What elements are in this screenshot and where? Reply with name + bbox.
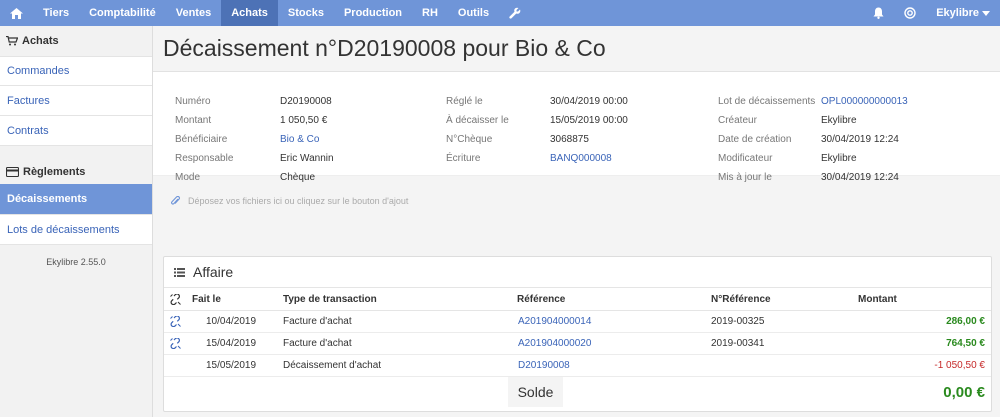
lot-decaissements-link[interactable]: OPL000000000013: [821, 96, 908, 107]
row-date: 10/04/2019: [206, 316, 257, 327]
row-date: 15/05/2019: [206, 360, 257, 371]
details-column-1: Numéro D20190008 Montant 1 050,50 € Bénéfi…: [175, 92, 435, 187]
solde-row: Solde 0,00 €: [164, 377, 991, 407]
row-type: Facture d'achat: [283, 338, 352, 349]
chevron-down-icon: [982, 10, 990, 16]
cart-icon: [6, 36, 18, 46]
detail-label: Responsable: [175, 153, 234, 164]
details-panel: Numéro D20190008 Montant 1 050,50 € Bénéfi…: [153, 72, 1000, 183]
detail-label: Réglé le: [446, 96, 483, 107]
affaire-panel: Affaire Fait le Type de transaction Réfé…: [163, 256, 992, 412]
detail-label: N°Chèque: [446, 134, 493, 145]
sidebar-section-reglements: Règlements: [0, 160, 152, 184]
detail-label: Lot de décaissements: [718, 96, 816, 107]
row-type: Décaissement d'achat: [283, 360, 382, 371]
nav-ventes[interactable]: Ventes: [166, 0, 221, 26]
nav-rh[interactable]: RH: [412, 0, 448, 26]
row-amount: 286,00 €: [946, 316, 985, 327]
nav-outils[interactable]: Outils: [448, 0, 499, 26]
row-type: Facture d'achat: [283, 316, 352, 327]
main-content: Décaissement n°D20190008 pour Bio & Co N…: [153, 26, 1000, 417]
page-title: Décaissement n°D20190008 pour Bio & Co: [163, 35, 606, 61]
detail-label: Numéro: [175, 96, 211, 107]
detail-value-responsable: Eric Wannin: [280, 153, 334, 164]
col-header-amount: Montant: [858, 293, 897, 305]
solde-label: Solde: [508, 377, 563, 407]
paperclip-icon: [171, 195, 180, 207]
unlink-icon[interactable]: [170, 311, 181, 332]
detail-label: Mis à jour le: [718, 172, 772, 183]
table-row: 10/04/2019 Facture d'achat A201904000014…: [164, 311, 991, 333]
beneficiaire-link[interactable]: Bio & Co: [280, 134, 319, 145]
detail-label: Écriture: [446, 153, 481, 164]
user-name: Ekylibre: [936, 7, 979, 19]
affaire-header: Affaire: [164, 257, 991, 288]
detail-value-createur: Ekylibre: [821, 115, 857, 126]
col-header-date: Fait le: [192, 293, 221, 305]
detail-value-date-creation: 30/04/2019 12:24: [821, 134, 899, 145]
row-nref: 2019-00325: [711, 316, 765, 327]
sidebar-item-decaissements[interactable]: Décaissements: [0, 184, 152, 215]
page-header: Décaissement n°D20190008 pour Bio & Co: [153, 26, 1000, 72]
ecriture-link[interactable]: BANQ000008: [550, 153, 612, 164]
nav-production[interactable]: Production: [334, 0, 412, 26]
detail-value-cheque: 3068875: [550, 134, 589, 145]
sidebar-section-label: Règlements: [23, 166, 86, 178]
detail-value-mis-a-jour: 30/04/2019 12:24: [821, 172, 899, 183]
detail-label: Date de création: [718, 134, 792, 145]
nav-stocks[interactable]: Stocks: [278, 0, 334, 26]
wrench-icon[interactable]: [499, 0, 531, 26]
col-header-ref: Référence: [517, 293, 566, 305]
details-column-2: Réglé le 30/04/2019 00:00 À décaisser le 1…: [446, 92, 706, 168]
detail-label: Mode: [175, 172, 201, 183]
sidebar-item-contrats[interactable]: Contrats: [0, 116, 152, 146]
detail-label: À décaisser le: [446, 115, 509, 126]
detail-value-montant: 1 050,50 €: [280, 115, 328, 126]
col-header-type: Type de transaction: [283, 293, 377, 305]
bell-icon[interactable]: [863, 0, 894, 26]
user-menu[interactable]: Ekylibre: [926, 0, 1000, 26]
detail-value-numero: D20190008: [280, 96, 332, 107]
col-header-nref: N°Référence: [711, 293, 771, 305]
row-amount: 764,50 €: [946, 338, 985, 349]
detail-label: Bénéficiaire: [175, 134, 228, 145]
detail-value-regle-le: 30/04/2019 00:00: [550, 96, 628, 107]
row-ref-link[interactable]: A201904000014: [518, 311, 591, 332]
list-icon: [174, 267, 185, 277]
dropzone-text: Déposez vos fichiers ici ou cliquez sur …: [188, 196, 409, 206]
top-navigation: Tiers Comptabilité Ventes Achats Stocks …: [0, 0, 1000, 26]
row-date: 15/04/2019: [206, 338, 257, 349]
details-column-3: Lot de décaissements OPL000000000013 Créa…: [718, 92, 988, 187]
detail-value-a-decaisser: 15/05/2019 00:00: [550, 115, 628, 126]
sidebar-item-commandes[interactable]: Commandes: [0, 56, 152, 86]
nav-tiers[interactable]: Tiers: [33, 0, 79, 26]
row-amount: -1 050,50 €: [934, 360, 985, 371]
sidebar-item-lots-decaissements[interactable]: Lots de décaissements: [0, 215, 152, 245]
affaire-title: Affaire: [193, 264, 234, 280]
solde-amount: 0,00 €: [943, 383, 985, 401]
credit-card-icon: [6, 167, 19, 177]
sidebar: Achats Commandes Factures Contrats Règle…: [0, 26, 153, 417]
sidebar-section-label: Achats: [22, 35, 59, 47]
nav-achats[interactable]: Achats: [221, 0, 278, 26]
unlink-icon[interactable]: [170, 333, 181, 354]
app-version: Ekylibre 2.55.0: [46, 257, 106, 267]
home-icon[interactable]: [0, 0, 33, 26]
globe-icon[interactable]: [894, 0, 926, 26]
row-nref: 2019-00341: [711, 338, 765, 349]
unlink-icon: [170, 288, 181, 310]
table-row: 15/04/2019 Facture d'achat A201904000020…: [164, 333, 991, 355]
detail-value-mode: Chèque: [280, 172, 316, 183]
affaire-table-header: Fait le Type de transaction Référence N°…: [164, 288, 991, 311]
row-ref-link[interactable]: D20190008: [518, 355, 570, 376]
sidebar-section-achats: Achats: [0, 26, 152, 56]
table-row: 15/05/2019 Décaissement d'achat D2019000…: [164, 355, 991, 377]
detail-label: Créateur: [718, 115, 757, 126]
detail-label: Modificateur: [718, 153, 773, 164]
row-ref-link[interactable]: A201904000020: [518, 333, 591, 354]
nav-comptabilite[interactable]: Comptabilité: [79, 0, 166, 26]
detail-value-modificateur: Ekylibre: [821, 153, 857, 164]
sidebar-item-factures[interactable]: Factures: [0, 86, 152, 116]
detail-label: Montant: [175, 115, 212, 126]
